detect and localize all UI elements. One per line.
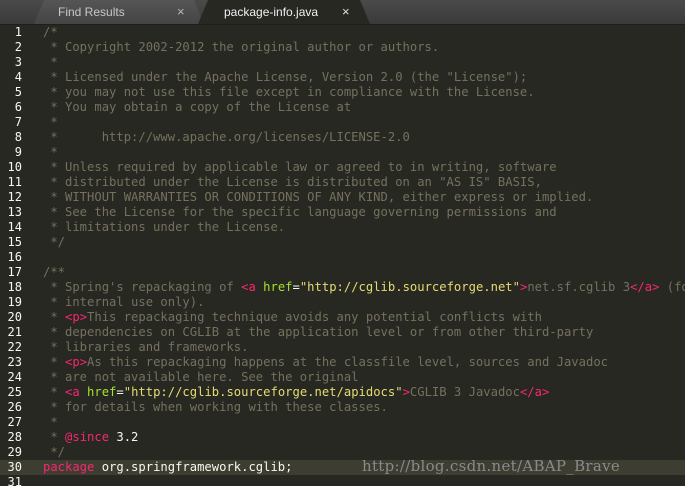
code-line: * See the License for the specific langu… (43, 205, 557, 219)
tab-bar: Find Results × package-info.java × (0, 0, 685, 25)
close-icon[interactable]: × (177, 0, 185, 24)
code-line: * are not available here. See the origin… (43, 370, 359, 384)
code-line: package org.springframework.cglib; (43, 460, 293, 474)
line-number: 25 (7, 385, 22, 399)
tab-package-info[interactable]: package-info.java × (198, 0, 370, 24)
code-line: * (43, 55, 58, 69)
code-line: * Spring's repackaging of <a href="http:… (43, 280, 685, 294)
line-number: 18 (7, 280, 22, 294)
code-line: * (43, 115, 58, 129)
line-number: 7 (14, 115, 22, 129)
line-number: 30 (7, 460, 22, 474)
tab-label: package-info.java (224, 5, 319, 19)
line-number: 24 (7, 370, 22, 384)
line-number: 5 (14, 85, 22, 99)
code-line: * WITHOUT WARRANTIES OR CONDITIONS OF AN… (43, 190, 594, 204)
code-line: * Copyright 2002-2012 the original autho… (43, 40, 440, 54)
code-line: * <p>As this repackaging happens at the … (43, 355, 608, 369)
code-line: * (43, 145, 58, 159)
line-number: 29 (7, 445, 22, 459)
line-number: 6 (14, 100, 22, 114)
code-line: */ (43, 235, 66, 249)
code-line: * <a href="http://cglib.sourceforge.net/… (43, 385, 550, 399)
line-number: 22 (7, 340, 22, 354)
code-line: * <p>This repackaging technique avoids a… (43, 310, 542, 324)
close-icon[interactable]: × (342, 0, 350, 24)
line-number: 17 (7, 265, 22, 279)
line-number: 8 (14, 130, 22, 144)
line-number: 16 (7, 250, 22, 264)
code-line: * @since 3.2 (43, 430, 139, 444)
code-line: * libraries and frameworks. (43, 340, 249, 354)
line-number: 20 (7, 310, 22, 324)
code-line: * You may obtain a copy of the License a… (43, 100, 352, 114)
line-number: 31 (7, 475, 22, 486)
line-number-gutter: 1 2 3 4 5 6 7 8 9 10 11 12 13 14 15 16 17 18 19 20 21 22 23 24 2… (0, 25, 30, 486)
code-line: * for details when working with these cl… (43, 400, 388, 414)
code-line: * you may not use this file except in co… (43, 85, 535, 99)
line-number: 19 (7, 295, 22, 309)
code-line: /** (43, 265, 66, 279)
line-number: 4 (14, 70, 22, 84)
line-number: 21 (7, 325, 22, 339)
line-number: 12 (7, 190, 22, 204)
line-number: 26 (7, 400, 22, 414)
line-number: 1 (14, 25, 22, 39)
line-number: 23 (7, 355, 22, 369)
line-number: 3 (14, 55, 22, 69)
code-line: * internal use only). (43, 295, 205, 309)
line-number: 10 (7, 160, 22, 174)
line-number: 15 (7, 235, 22, 249)
line-number: 13 (7, 205, 22, 219)
line-number: 28 (7, 430, 22, 444)
tab-label: Find Results (58, 5, 125, 19)
code-line: * http://www.apache.org/licenses/LICENSE… (43, 130, 410, 144)
line-number: 2 (14, 40, 22, 54)
line-number: 14 (7, 220, 22, 234)
code-line: * dependencies on CGLIB at the applicati… (43, 325, 594, 339)
code-line: */ (43, 445, 66, 459)
code-line: * Licensed under the Apache License, Ver… (43, 70, 528, 84)
code-line: * limitations under the License. (43, 220, 286, 234)
line-number: 11 (7, 175, 22, 189)
watermark: http://blog.csdn.net/ABAP_Brave (362, 457, 621, 475)
code-line: * distributed under the License is distr… (43, 175, 542, 189)
code-line: * Unless required by applicable law or a… (43, 160, 557, 174)
tab-find-results[interactable]: Find Results × (34, 0, 204, 24)
line-number: 27 (7, 415, 22, 429)
code-editor[interactable]: 1 2 3 4 5 6 7 8 9 10 11 12 13 14 15 16 17 18 19 20 21 22 23 24 2… (0, 25, 685, 486)
code-line: /* (43, 25, 58, 39)
code-line: * (43, 415, 58, 429)
line-number: 9 (14, 145, 22, 159)
